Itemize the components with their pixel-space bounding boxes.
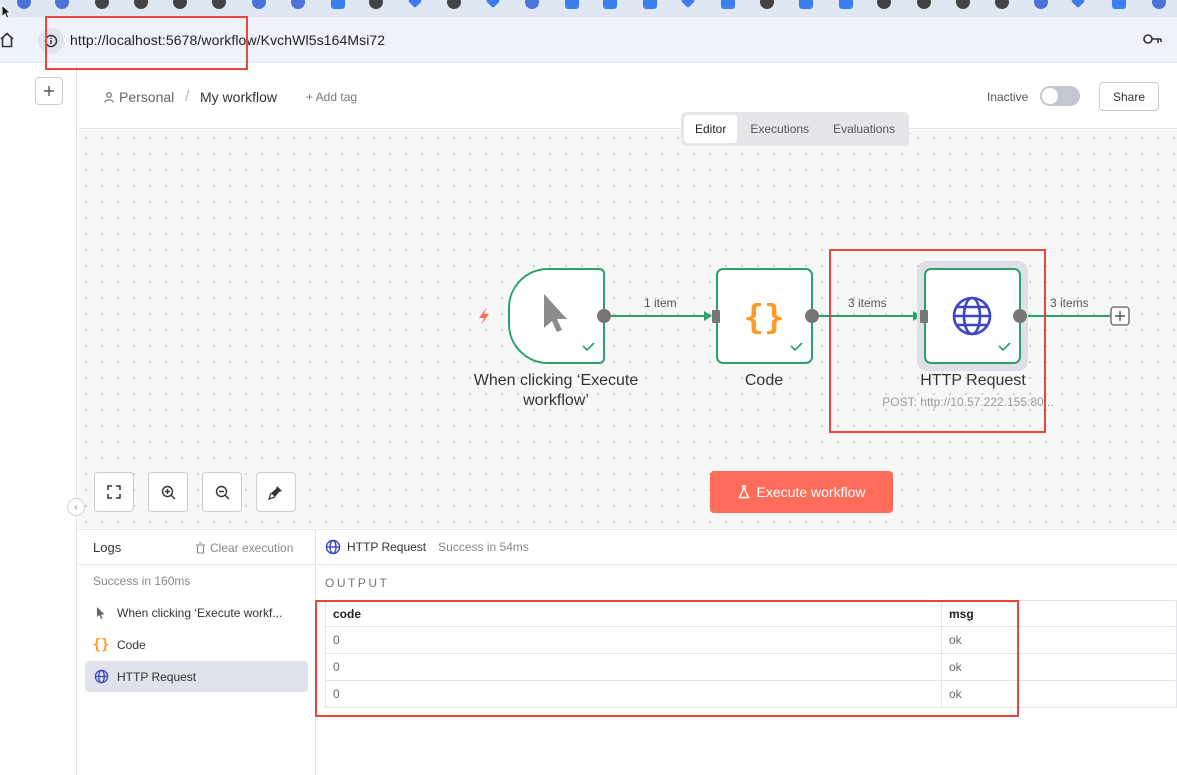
logs-title: Logs (93, 540, 122, 555)
input-handle[interactable] (712, 310, 720, 323)
tab-favicon[interactable] (1034, 0, 1048, 9)
trash-icon (196, 542, 205, 554)
log-item-label: HTTP Request (117, 669, 197, 684)
add-tag-button[interactable]: + Add tag (306, 90, 357, 104)
collapse-sidebar-button[interactable]: ‹ (67, 498, 85, 516)
tab-favicon[interactable] (291, 0, 305, 9)
log-item-manual-trigger[interactable]: When clicking ‘Execute workf... (85, 597, 308, 628)
breadcrumb-separator: / (185, 88, 190, 105)
tab-favicon[interactable] (917, 0, 931, 9)
workflow-name[interactable]: My workflow (200, 89, 277, 105)
tab-favicon[interactable] (680, 0, 696, 9)
tab-favicon[interactable] (173, 0, 187, 9)
output-node-name: HTTP Request (347, 540, 427, 554)
tab-favicon[interactable] (799, 0, 813, 9)
edge-label: 1 item (644, 296, 677, 310)
tab-favicon[interactable] (447, 0, 461, 9)
node-title: Code (744, 372, 784, 389)
highlight-box-url (45, 16, 248, 70)
tab-favicon[interactable] (95, 0, 109, 9)
log-item-label: Code (117, 637, 146, 652)
tab-favicon[interactable] (721, 0, 735, 9)
add-resource-button[interactable] (35, 77, 63, 105)
cursor-icon (93, 606, 109, 620)
globe-icon (93, 669, 109, 684)
tab-favicon[interactable] (485, 0, 501, 9)
clear-execution-button[interactable]: Clear execution (195, 541, 293, 555)
tab-favicon[interactable] (995, 0, 1009, 9)
highlight-box-http-node (829, 249, 1046, 433)
logs-status: Success in 160ms (93, 574, 191, 588)
output-header: HTTP Request Success in 54ms (325, 539, 529, 555)
divider (317, 564, 1177, 565)
edge-arrow (704, 311, 712, 321)
tab-favicon[interactable] (55, 0, 69, 9)
tab-favicon[interactable] (331, 0, 345, 9)
tidy-up-button[interactable] (256, 472, 296, 512)
active-toggle[interactable] (1040, 86, 1080, 106)
tab-favicon[interactable] (525, 0, 539, 9)
globe-icon (325, 539, 341, 555)
tab-favicon[interactable] (643, 0, 657, 9)
output-handle[interactable] (805, 309, 819, 323)
toggle-knob (1042, 88, 1058, 104)
tab-favicon[interactable] (603, 0, 617, 9)
tab-favicon[interactable] (252, 0, 266, 9)
log-item-label: When clicking ‘Execute workf... (117, 605, 283, 620)
breadcrumb-project-label: Personal (119, 89, 175, 105)
plus-icon (44, 86, 54, 96)
braces-icon: {} (92, 636, 110, 653)
tab-favicon[interactable] (956, 0, 970, 9)
zoom-out-icon (215, 485, 229, 499)
highlight-box-output-table (315, 600, 1019, 717)
clear-execution-label: Clear execution (210, 541, 294, 555)
share-button[interactable]: Share (1099, 82, 1159, 111)
node-title-line: workflow’ (523, 392, 589, 409)
workflow-header: Personal / My workflow + Add tag Inactiv… (78, 64, 1177, 129)
tab-favicon[interactable] (1070, 0, 1086, 9)
output-status: Success in 54ms (438, 540, 529, 554)
output-handle[interactable] (597, 309, 611, 323)
trigger-bolt-icon (479, 307, 489, 325)
chevron-left-icon: ‹ (74, 501, 78, 513)
log-item-http-request[interactable]: HTTP Request (85, 661, 308, 692)
zoom-in-icon (161, 485, 175, 499)
user-icon (104, 91, 114, 103)
broom-icon (268, 486, 282, 500)
browser-tab-strip (0, 0, 1177, 17)
tab-favicon[interactable] (17, 0, 31, 9)
tab-favicon[interactable] (212, 0, 226, 9)
tab-favicon[interactable] (565, 0, 579, 9)
flask-icon (737, 485, 750, 499)
workflow-status-label: Inactive (987, 90, 1029, 104)
node-title-line: When clicking ‘Execute (473, 372, 639, 389)
edge-label: 3 items (1050, 296, 1089, 310)
tab-favicon[interactable] (760, 0, 774, 9)
zoom-to-fit-button[interactable] (94, 472, 134, 512)
tab-favicon[interactable] (369, 0, 383, 9)
tab-favicon[interactable] (1112, 0, 1126, 9)
braces-icon: {} (744, 298, 785, 338)
zoom-in-button[interactable] (148, 472, 188, 512)
output-section-label: OUTPUT (325, 576, 390, 590)
node-title: When clicking ‘Execute workflow’ (456, 371, 656, 411)
execute-workflow-label: Execute workflow (756, 484, 866, 500)
zoom-out-button[interactable] (202, 472, 242, 512)
home-icon[interactable] (0, 32, 14, 48)
breadcrumb-project[interactable]: Personal (104, 89, 174, 105)
log-item-code[interactable]: {} Code (85, 629, 308, 660)
logs-panel: Logs Clear execution Success in 160ms Wh… (78, 529, 316, 775)
tab-favicon[interactable] (134, 0, 148, 9)
tab-favicon[interactable] (1152, 0, 1166, 9)
left-sidebar (0, 64, 77, 775)
tab-favicon[interactable] (877, 0, 891, 9)
execute-workflow-button[interactable]: Execute workflow (710, 471, 893, 513)
key-icon[interactable] (1143, 33, 1163, 45)
tab-favicon[interactable] (839, 0, 853, 9)
divider (78, 564, 316, 565)
fit-view-icon (107, 485, 121, 499)
tab-favicon[interactable] (407, 0, 423, 9)
